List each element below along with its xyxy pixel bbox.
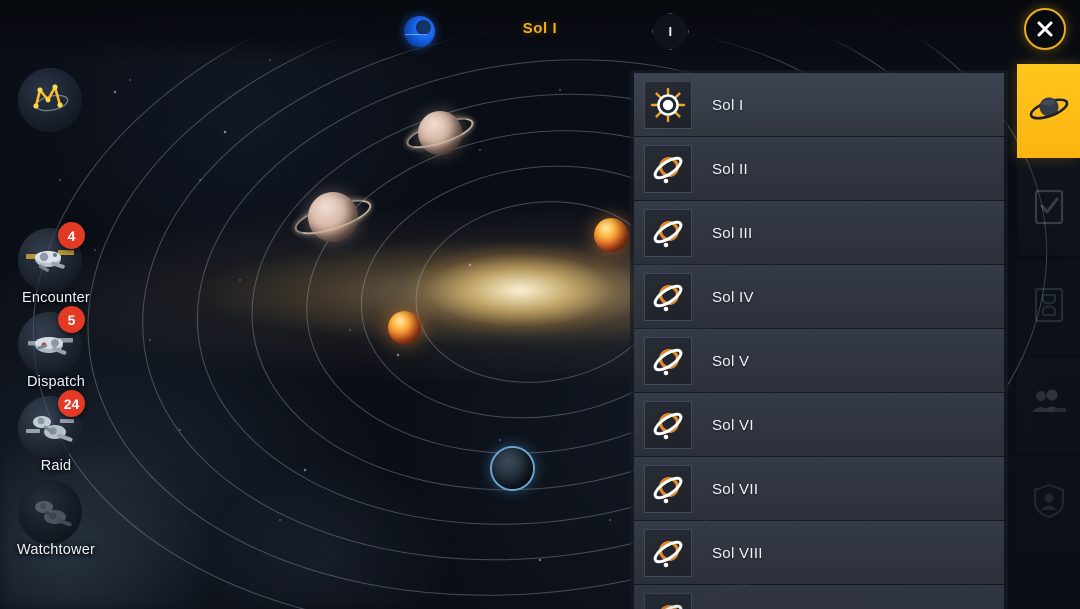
action-badge: 4 bbox=[58, 222, 85, 249]
action-label: Dispatch bbox=[26, 374, 85, 390]
list-item[interactable]: Sol VIII bbox=[634, 521, 1004, 584]
action-label: Watchtower bbox=[16, 542, 95, 558]
ringed-planet-icon bbox=[644, 145, 692, 193]
ringed-planet-upper[interactable] bbox=[291, 192, 375, 242]
list-item-label: Sol IV bbox=[712, 288, 754, 306]
ringed-planet-icon bbox=[644, 593, 692, 609]
page-title: Sol I bbox=[522, 20, 558, 37]
game-screen: 4 Encounter 5 Dispatch 24 Raid Watchtowe… bbox=[0, 0, 1080, 609]
planet-icon bbox=[1028, 91, 1070, 132]
ringed-planet-icon bbox=[644, 465, 692, 513]
lava-planet-left[interactable] bbox=[388, 311, 421, 344]
action-badge: 5 bbox=[58, 306, 85, 333]
action-encounter[interactable]: 4 Encounter bbox=[0, 222, 112, 312]
action-label: Encounter bbox=[22, 290, 90, 306]
list-item[interactable]: Sol II bbox=[634, 137, 1004, 200]
list-item-label: Sol II bbox=[712, 160, 748, 178]
ringed-planet-outer-upper[interactable] bbox=[403, 111, 477, 155]
list-item[interactable]: Sol V bbox=[634, 329, 1004, 392]
left-action-rail: 4 Encounter 5 Dispatch 24 Raid Watchtowe… bbox=[0, 222, 112, 564]
ringed-planet-icon bbox=[644, 529, 692, 577]
planet-list-panel[interactable]: Sol I Sol II Sol III Sol IV Sol V Sol VI… bbox=[630, 70, 1008, 609]
tab-crew[interactable] bbox=[1017, 358, 1080, 452]
action-dispatch[interactable]: 5 Dispatch bbox=[0, 306, 112, 396]
list-item[interactable]: Sol VII bbox=[634, 457, 1004, 520]
action-raid[interactable]: 24 Raid bbox=[0, 390, 112, 480]
action-watchtower[interactable]: Watchtower bbox=[0, 480, 112, 564]
list-item[interactable]: Sol VI bbox=[634, 393, 1004, 456]
galaxy-map-button[interactable] bbox=[18, 68, 82, 132]
list-item[interactable] bbox=[634, 585, 1004, 609]
checklist-icon bbox=[1032, 188, 1066, 231]
tab-officers[interactable] bbox=[1017, 456, 1080, 550]
right-tab-bar bbox=[1017, 64, 1080, 609]
list-item[interactable]: Sol IV bbox=[634, 265, 1004, 328]
shield-person-icon bbox=[1031, 482, 1067, 525]
top-bar: Sol I I bbox=[0, 0, 1080, 62]
list-item-label: Sol VII bbox=[712, 480, 759, 498]
close-button[interactable] bbox=[1024, 8, 1066, 50]
constellation-icon bbox=[27, 78, 73, 123]
lava-planet-right[interactable] bbox=[594, 218, 628, 252]
tab-research[interactable] bbox=[1017, 260, 1080, 354]
tab-missions[interactable] bbox=[1017, 162, 1080, 256]
list-item-label: Sol VI bbox=[712, 416, 754, 434]
list-item-label: Sol VIII bbox=[712, 544, 763, 562]
ocean-planet-lower[interactable] bbox=[492, 448, 533, 489]
action-badge: 24 bbox=[58, 390, 85, 417]
list-item-label: Sol III bbox=[712, 224, 753, 242]
list-item[interactable]: Sol I bbox=[634, 73, 1004, 136]
system-level-label: I bbox=[668, 24, 673, 39]
spaceship-watchtower-icon bbox=[18, 480, 82, 544]
document-icon bbox=[1032, 286, 1066, 329]
action-label: Raid bbox=[40, 458, 72, 474]
list-item-label: Sol I bbox=[712, 96, 744, 114]
group-people-icon bbox=[1030, 386, 1068, 425]
list-item-label: Sol V bbox=[712, 352, 750, 370]
ringed-planet-icon bbox=[644, 209, 692, 257]
list-item[interactable]: Sol III bbox=[634, 201, 1004, 264]
ringed-planet-icon bbox=[644, 337, 692, 385]
tab-planets[interactable] bbox=[1017, 64, 1080, 158]
star-sun-icon bbox=[644, 81, 692, 129]
ringed-planet-icon bbox=[644, 401, 692, 449]
close-icon bbox=[1035, 19, 1055, 39]
ringed-planet-icon bbox=[644, 273, 692, 321]
system-level-badge[interactable]: I bbox=[652, 13, 689, 50]
